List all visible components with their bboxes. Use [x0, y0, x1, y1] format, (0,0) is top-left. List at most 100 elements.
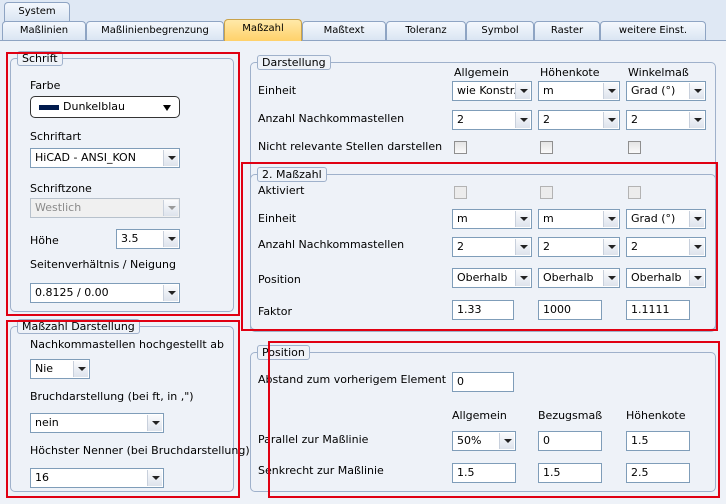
einheit2-winkelmass-value: Grad (°)	[631, 212, 676, 225]
dropdown-arrow-icon	[603, 112, 618, 128]
masszahl-darstellung-title: Maßzahl Darstellung	[17, 319, 140, 334]
nachkomma2-hoehenkote-combo[interactable]: 2	[538, 237, 620, 257]
tab-masslinienbegrenzung[interactable]: Maßlinienbegrenzung	[86, 21, 224, 41]
tab-system[interactable]: System	[4, 2, 70, 22]
farbe-combo[interactable]: Dunkelblau	[30, 96, 180, 118]
einheit2-label: Einheit	[258, 212, 297, 225]
dropdown-arrow-icon	[499, 433, 514, 449]
position2-label: Position	[258, 273, 301, 286]
header-allgemein: Allgemein	[454, 66, 509, 79]
header-pos-hoehenkote: Höhenkote	[626, 409, 686, 422]
nicht-relevant-hoehenkote-checkbox[interactable]	[540, 141, 553, 154]
position2-hoehenkote-combo[interactable]: Oberhalb	[538, 268, 620, 288]
dropdown-arrow-icon	[689, 112, 704, 128]
hoechster-nenner-combo[interactable]: 16	[30, 468, 164, 488]
hoehe-value: 3.5	[121, 232, 139, 245]
nachkommastellen2-label: Anzahl Nachkommastellen	[258, 238, 405, 251]
hoechster-nenner-value: 16	[35, 471, 49, 484]
bruchdarstellung-combo[interactable]: nein	[30, 413, 164, 433]
senkrecht-allgemein-input[interactable]: 1.5	[452, 463, 516, 483]
hoehe-combo[interactable]: 3.5	[116, 229, 180, 249]
einheit2-hoehenkote-combo[interactable]: m	[538, 209, 620, 229]
nachkomma-winkelmass-combo[interactable]: 2	[626, 110, 706, 130]
aktiviert-allgemein-checkbox[interactable]	[454, 186, 467, 199]
aktiviert-winkelmass-checkbox[interactable]	[628, 186, 641, 199]
parallel-hoehenkote-input[interactable]: 1.5	[626, 431, 690, 451]
faktor-winkelmass-input[interactable]: 1.1111	[626, 300, 690, 320]
nachkomma-allgemein-combo[interactable]: 2	[452, 110, 532, 130]
tab-symbol[interactable]: Symbol	[466, 21, 534, 41]
nicht-relevant-allgemein-checkbox[interactable]	[454, 141, 467, 154]
dropdown-arrow-icon	[603, 83, 618, 99]
tab-toleranz[interactable]: Toleranz	[386, 21, 466, 41]
dropdown-arrow-icon	[689, 211, 704, 227]
tab-masszahl[interactable]: Maßzahl	[224, 19, 302, 41]
dropdown-arrow-icon	[515, 270, 530, 286]
nicht-relevant-label: Nicht relevante Stellen darstellen	[258, 140, 443, 153]
dropdown-arrow-icon	[147, 470, 162, 486]
senkrecht-hoehenkote-input[interactable]: 2.5	[626, 463, 690, 483]
einheit-winkelmass-combo[interactable]: Grad (°)	[626, 81, 706, 101]
einheit2-allgemein-combo[interactable]: m	[452, 209, 532, 229]
dropdown-arrow-icon	[163, 105, 171, 111]
einheit-hoehenkote-value: m	[543, 84, 554, 97]
abstand-label: Abstand zum vorherigem Element	[258, 373, 447, 386]
schriftzone-value: Westlich	[35, 201, 82, 214]
color-swatch-icon	[39, 104, 59, 110]
dropdown-arrow-icon	[689, 270, 704, 286]
nachkomma-hochgestellt-label: Nachkommastellen hochgestellt ab	[30, 338, 224, 351]
position2-winkelmass-combo[interactable]: Oberhalb	[626, 268, 706, 288]
parallel-allgemein-combo[interactable]: 50%	[452, 431, 516, 451]
seitenverhaeltnis-label: Seitenverhältnis / Neigung	[30, 258, 176, 271]
schrift-title: Schrift	[17, 51, 63, 66]
nachkomma2-winkelmass-value: 2	[631, 240, 638, 253]
einheit-allgemein-combo[interactable]: wie Konstr.	[452, 81, 532, 101]
position2-allgemein-value: Oberhalb	[457, 271, 508, 284]
nachkomma2-hoehenkote-value: 2	[543, 240, 550, 253]
einheit-label: Einheit	[258, 84, 297, 97]
hoehe-label: Höhe	[30, 234, 59, 247]
einheit-hoehenkote-combo[interactable]: m	[538, 81, 620, 101]
parallel-bezugsmass-input[interactable]: 0	[538, 431, 602, 451]
dropdown-arrow-icon	[689, 239, 704, 255]
abstand-input[interactable]: 0	[452, 372, 514, 392]
header-hoehenkote: Höhenkote	[540, 66, 600, 79]
faktor-hoehenkote-input[interactable]: 1000	[538, 300, 602, 320]
tab-masstext[interactable]: Maßtext	[302, 21, 386, 41]
dropdown-arrow-icon	[163, 150, 178, 166]
seitenverhaeltnis-combo[interactable]: 0.8125 / 0.00	[30, 283, 180, 303]
seitenverhaeltnis-value: 0.8125 / 0.00	[35, 286, 109, 299]
schriftart-value: HiCAD - ANSI_KON	[35, 151, 136, 164]
nachkomma-hochgestellt-combo[interactable]: Nie	[30, 359, 90, 379]
senkrecht-bezugsmass-input[interactable]: 1.5	[538, 463, 602, 483]
nachkomma2-winkelmass-combo[interactable]: 2	[626, 237, 706, 257]
position-title: Position	[257, 345, 310, 360]
nicht-relevant-winkelmass-checkbox[interactable]	[628, 141, 641, 154]
dropdown-arrow-icon	[689, 83, 704, 99]
faktor-allgemein-input[interactable]: 1.33	[452, 300, 514, 320]
farbe-value: Dunkelblau	[63, 100, 125, 113]
tab-masslinien[interactable]: Maßlinien	[2, 21, 86, 41]
position2-allgemein-combo[interactable]: Oberhalb	[452, 268, 532, 288]
schriftzone-label: Schriftzone	[30, 182, 92, 195]
tab-weitere-einst[interactable]: weitere Einst.	[600, 21, 706, 41]
nachkomma-winkelmass-value: 2	[631, 113, 638, 126]
aktiviert-hoehenkote-checkbox[interactable]	[540, 186, 553, 199]
tab-raster[interactable]: Raster	[534, 21, 600, 41]
nachkomma-allgemein-value: 2	[457, 113, 464, 126]
nachkomma2-allgemein-combo[interactable]: 2	[452, 237, 532, 257]
dropdown-arrow-icon	[515, 239, 530, 255]
parallel-allgemein-value: 50%	[457, 434, 482, 447]
nachkomma-hoehenkote-combo[interactable]: 2	[538, 110, 620, 130]
schriftart-combo[interactable]: HiCAD - ANSI_KON	[30, 148, 180, 168]
einheit2-winkelmass-combo[interactable]: Grad (°)	[626, 209, 706, 229]
einheit-winkelmass-value: Grad (°)	[631, 84, 676, 97]
parallel-label: Parallel zur Maßlinie	[258, 433, 369, 446]
position2-winkelmass-value: Oberhalb	[631, 271, 682, 284]
dropdown-arrow-icon	[515, 112, 530, 128]
nachkommastellen-label: Anzahl Nachkommastellen	[258, 112, 405, 125]
header-pos-allgemein: Allgemein	[452, 409, 507, 422]
nachkomma-hoehenkote-value: 2	[543, 113, 550, 126]
hoechster-nenner-label: Höchster Nenner (bei Bruchdarstellung)	[30, 444, 250, 457]
darstellung-title: Darstellung	[257, 55, 331, 70]
